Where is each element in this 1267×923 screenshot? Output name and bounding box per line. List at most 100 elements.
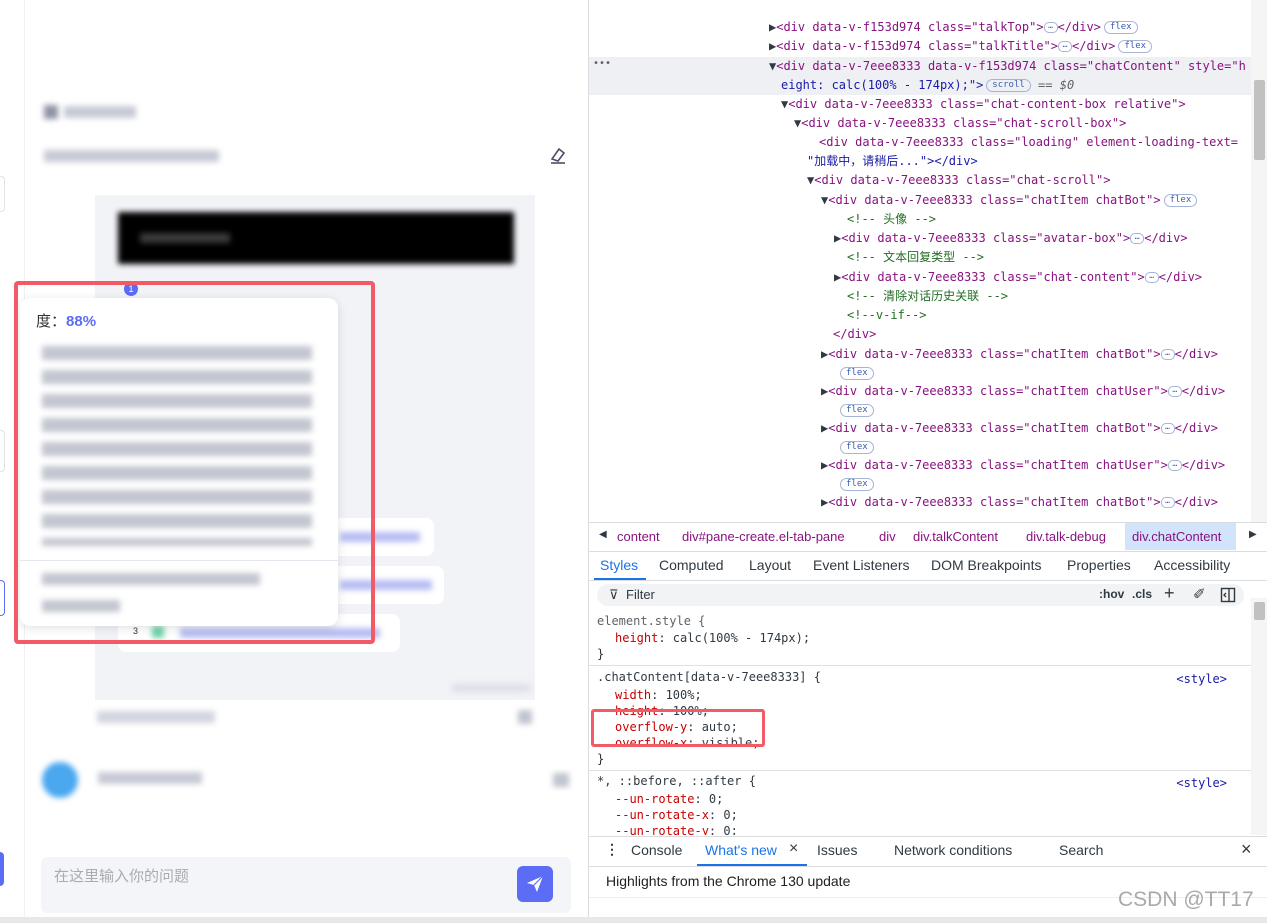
rule-selector-universal[interactable]: *, ::before, ::after { [597,774,756,788]
node-menu-ellipsis[interactable]: ••• [593,58,611,69]
send-button[interactable] [517,866,553,902]
eraser-icon[interactable] [548,145,568,165]
tree-node-chat-content-box[interactable]: ▼<div data-v-7eee8333 class="chat-conten… [781,95,1186,114]
styles-filter-input[interactable]: ⊽ Filter :hov .cls + ✐ [597,583,1244,606]
collapsed-panel-edge-3[interactable] [0,580,5,616]
tree-close-tag: </div> [1057,20,1101,34]
breadcrumb-item[interactable]: content [617,529,660,544]
tree-node-loading[interactable]: <div data-v-7eee8333 class="loading" ele… [819,133,1238,152]
flex-badge[interactable]: flex [1103,21,1138,34]
tree-node-avatar-box[interactable]: ▶<div data-v-7eee8333 class="avatar-box"… [834,229,1188,248]
new-style-rule-icon[interactable]: + [1164,583,1175,604]
ellipsis-badge[interactable]: … [1144,272,1159,283]
drawer-tab-whats-new[interactable]: What's new [705,842,777,858]
css-declaration[interactable]: --un-rotate-y: 0; [615,824,738,835]
tree-node-chatContent-selected[interactable]: ▼<div data-v-7eee8333 data-v-f153d974 cl… [769,57,1246,76]
flex-badge[interactable]: flex [1163,194,1198,207]
scroll-badge[interactable]: scroll [986,79,1031,92]
styles-scrollbar-thumb[interactable] [1254,602,1265,620]
tree-node-talkTitle-text: <div data-v-f153d974 class="talkTitle"> [776,39,1058,53]
css-property: --un-rotate-y [615,824,709,835]
close-whats-new-icon[interactable]: × [789,840,798,858]
breadcrumb-right-arrow[interactable]: ▶ [1249,529,1257,540]
ellipsis-badge[interactable]: … [1130,233,1145,244]
collapsed-panel-edge-2[interactable] [0,430,5,472]
selected-node-text-2: eight: calc(100% - 174px);"> [781,78,984,92]
tree-node-chatItem[interactable]: ▶<div data-v-7eee8333 class="chatItem ch… [821,493,1218,512]
tree-node-talkTop[interactable]: ▶<div data-v-f153d974 class="talkTop">… <… [769,18,1138,37]
tab-styles[interactable]: Styles [600,557,638,573]
drawer-tab-search[interactable]: Search [1059,842,1103,858]
paint-brush-icon[interactable]: ✐ [1193,585,1206,603]
rule-selector-chatContent[interactable]: .chatContent[data-v-7eee8333] { [597,670,821,684]
breadcrumb-item-selected[interactable]: div.chatContent [1132,529,1221,544]
ellipsis-badge[interactable]: … [1058,41,1072,52]
bottom-edge [0,917,1267,923]
tree-node-chat-scroll-box[interactable]: ▼<div data-v-7eee8333 class="chat-scroll… [794,114,1126,133]
ellipsis-badge[interactable]: … [1167,386,1182,397]
flex-badge[interactable]: flex [840,478,874,491]
drawer-content-divider [589,866,1267,867]
tree-node-chatItem[interactable]: ▶<div data-v-7eee8333 class="chatItem ch… [821,345,1218,364]
tree-node-chatItem[interactable]: ▶<div data-v-7eee8333 class="chatItem ch… [821,419,1218,438]
tree-node-loading-line2: "加载中，请稍后..."></div> [807,152,978,171]
tree-node-text: <div data-v-7eee8333 class="chat-scroll-… [801,116,1127,130]
breadcrumb-item[interactable]: div.talkContent [913,529,998,544]
collapsed-panel-edge[interactable] [0,176,5,212]
drawer-tab-console[interactable]: Console [631,842,682,858]
elements-scrollbar[interactable] [1251,0,1267,522]
css-declaration[interactable]: --un-rotate: 0; [615,792,723,806]
copy-icon[interactable] [518,710,532,724]
breadcrumb-item[interactable]: div.talk-debug [1026,529,1106,544]
tree-node-chatItem[interactable]: ▶<div data-v-7eee8333 class="chatItem ch… [821,382,1225,401]
style-source-link[interactable]: <style> [1176,776,1227,790]
bot-action-icon[interactable] [553,773,569,787]
element-style-selector: element.style { [597,614,706,628]
ellipsis-badge[interactable]: … [1160,349,1175,360]
whats-new-headline[interactable]: Highlights from the Chrome 130 update [606,873,850,889]
css-declaration[interactable]: --un-rotate-x: 0; [615,808,738,822]
tree-node-text: <div data-v-7eee8333 class="chatItem cha… [828,458,1168,472]
flex-badge[interactable]: flex [840,404,874,417]
tree-node-chat-content[interactable]: ▶<div data-v-7eee8333 class="chat-conten… [834,268,1202,287]
tree-close-tag: </div> [1144,231,1188,245]
rule-divider [589,665,1251,666]
comment-text: <!-- 文本回复类型 --> [847,250,985,264]
css-close-brace: } [597,647,605,661]
question-input[interactable]: 在这里输入你的问题 [41,857,571,913]
flex-badge[interactable]: flex [840,441,874,454]
tree-node-chatItem[interactable]: ▶<div data-v-7eee8333 class="chatItem ch… [821,456,1225,475]
breadcrumb-item[interactable]: div [879,529,896,544]
close-drawer-icon[interactable]: × [1241,839,1252,860]
tree-node-talkTitle[interactable]: ▶<div data-v-f153d974 class="talkTitle">… [769,37,1153,56]
ellipsis-badge[interactable]: … [1167,460,1182,471]
css-declaration[interactable]: width: 100%; [615,688,702,702]
tab-event-listeners[interactable]: Event Listeners [813,557,910,573]
drawer-tab-network-conditions[interactable]: Network conditions [894,842,1012,858]
drawer-tab-issues[interactable]: Issues [817,842,857,858]
breadcrumb-left-arrow[interactable]: ◀ [599,529,607,540]
style-source-link[interactable]: <style> [1176,672,1227,686]
collapsed-panel-edge-4[interactable] [0,852,4,886]
tab-accessibility[interactable]: Accessibility [1154,557,1230,573]
drawer-menu-icon[interactable]: ⋮ [605,841,619,858]
elements-scrollbar-thumb[interactable] [1254,80,1265,160]
css-declaration[interactable]: height: calc(100% - 174px); [615,631,810,645]
ellipsis-badge[interactable]: … [1043,22,1058,33]
hov-toggle[interactable]: :hov [1099,587,1124,601]
tab-computed[interactable]: Computed [659,557,724,573]
css-value: : calc(100% - 174px); [658,631,811,645]
ellipsis-badge[interactable]: … [1160,423,1175,434]
breadcrumb-item[interactable]: div#pane-create.el-tab-pane [682,529,845,544]
flex-badge[interactable]: flex [1118,40,1153,53]
tab-dom-breakpoints[interactable]: DOM Breakpoints [931,557,1041,573]
tab-properties[interactable]: Properties [1067,557,1131,573]
flex-badge[interactable]: flex [840,367,874,380]
tree-node-chat-scroll[interactable]: ▼<div data-v-7eee8333 class="chat-scroll… [807,171,1110,190]
styles-scrollbar[interactable] [1251,598,1267,835]
tree-node-chatItem-bot[interactable]: ▼<div data-v-7eee8333 class="chatItem ch… [821,191,1198,210]
toggle-sidebar-icon[interactable] [1220,587,1236,603]
cls-toggle[interactable]: .cls [1132,587,1152,601]
tab-layout[interactable]: Layout [749,557,791,573]
ellipsis-badge[interactable]: … [1160,497,1175,508]
